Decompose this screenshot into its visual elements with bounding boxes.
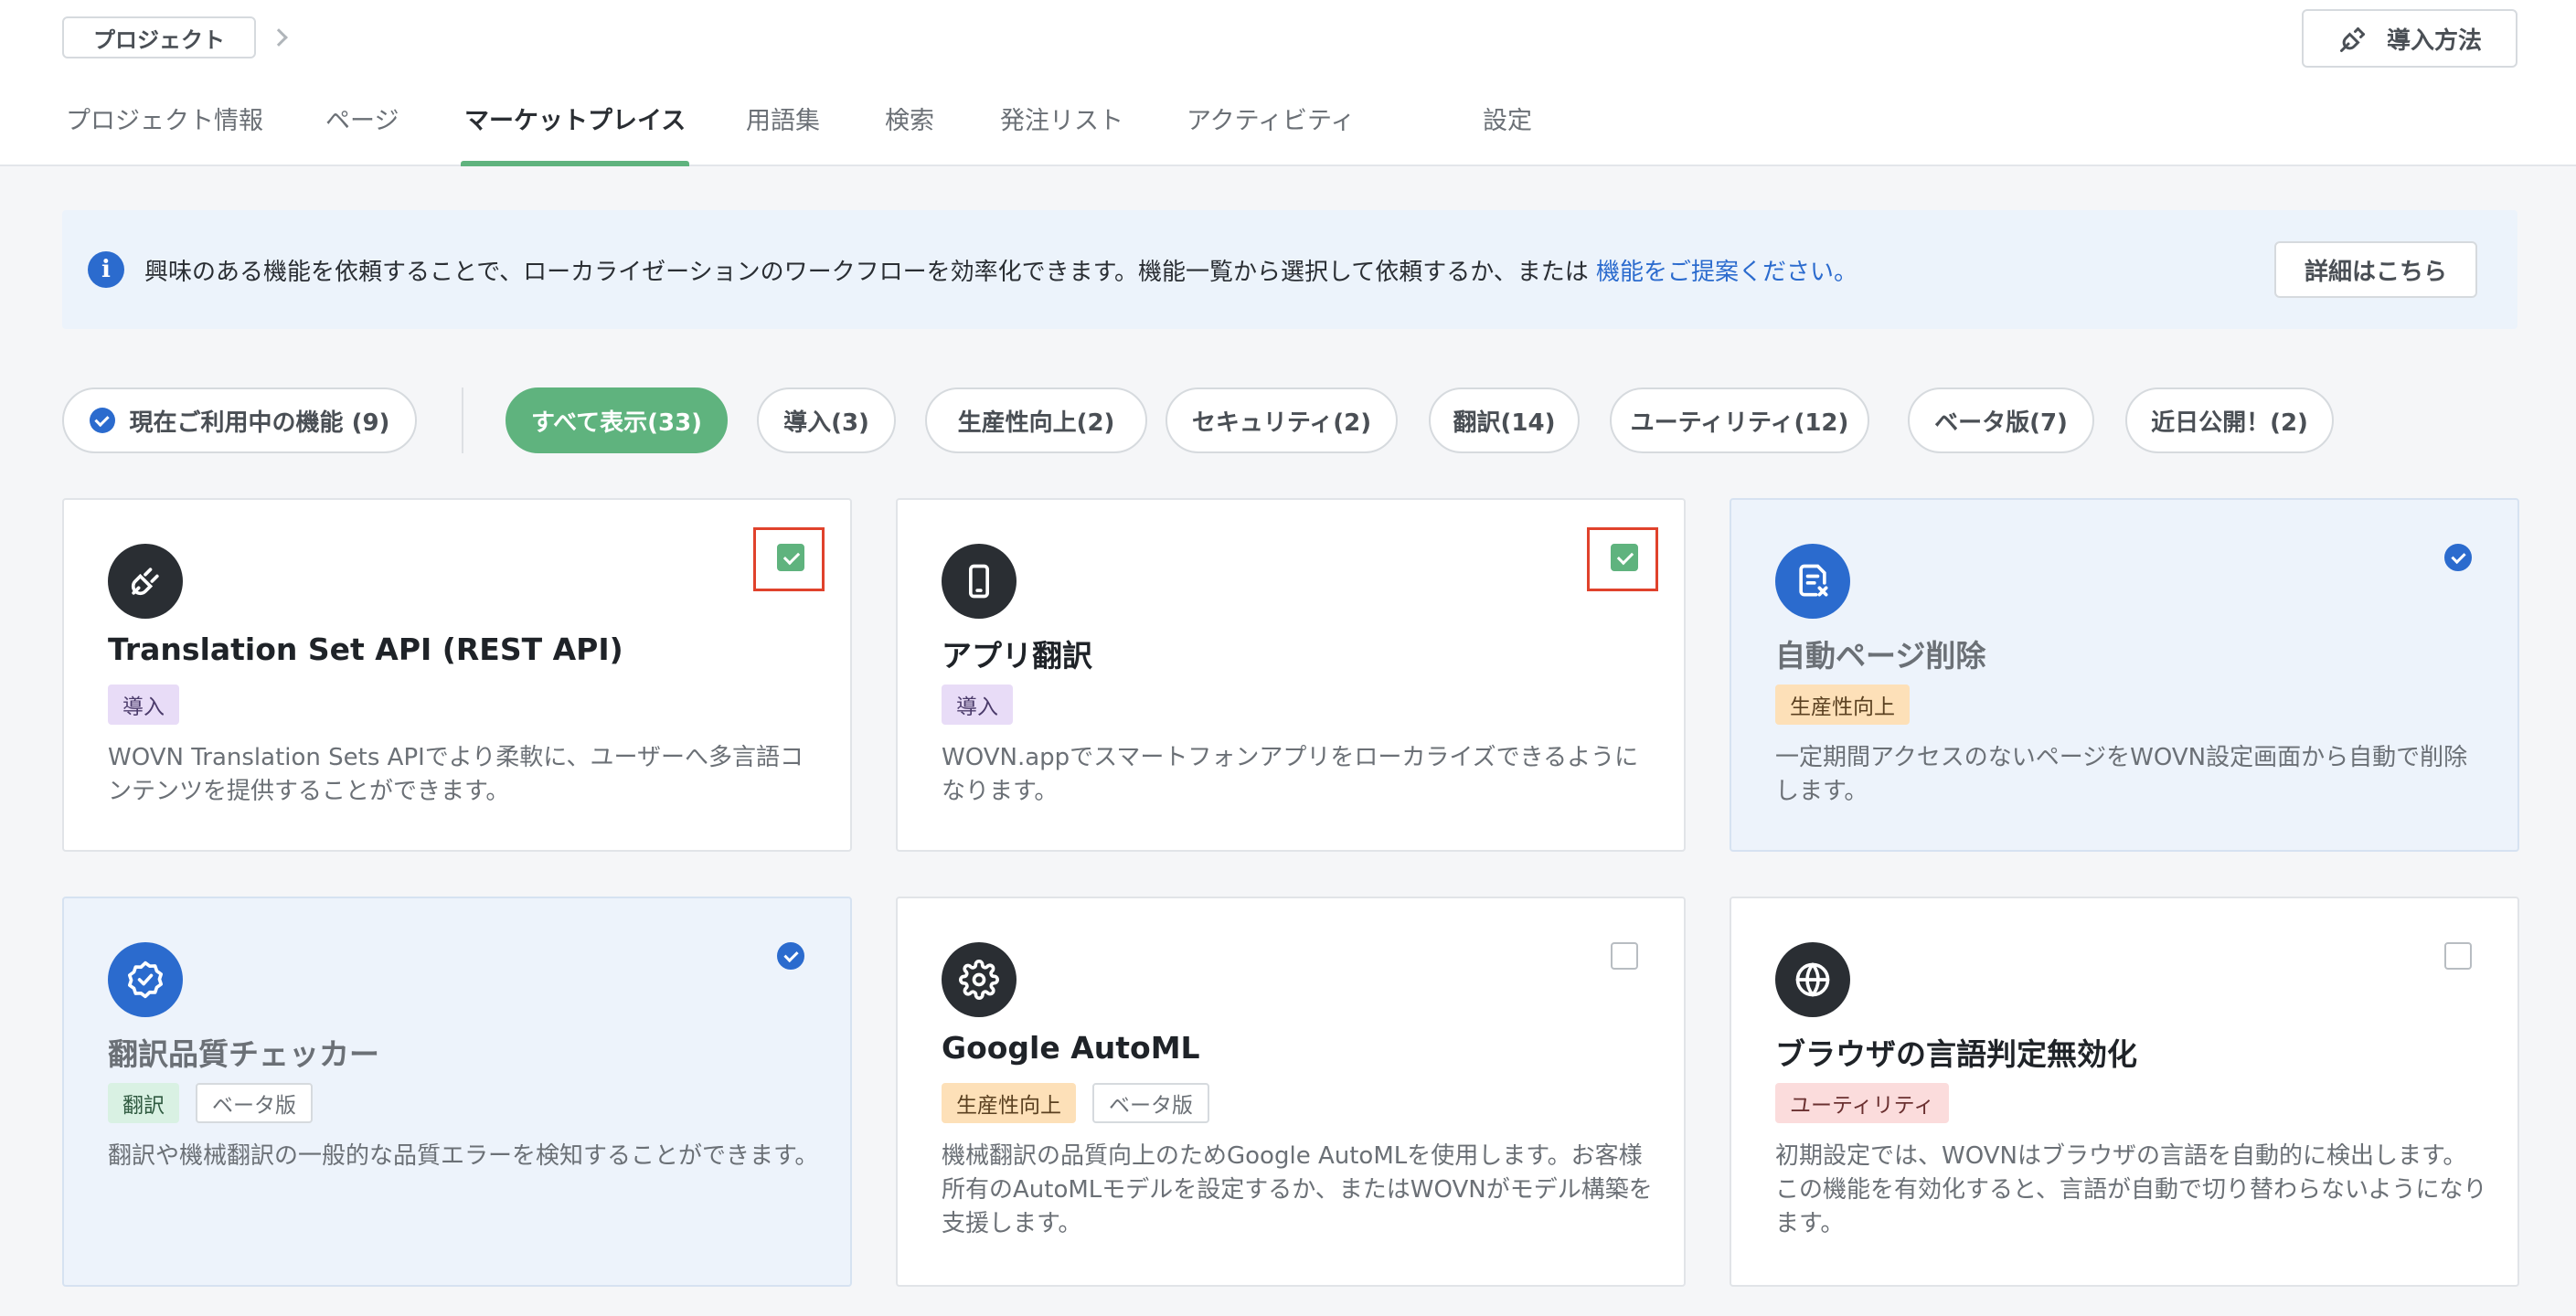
setup-guide-button[interactable]: 導入方法: [2302, 9, 2517, 68]
card-description: WOVN.appでスマートフォンアプリをローカライズできるようになります。: [942, 744, 1639, 805]
feature-checkbox[interactable]: [1611, 544, 1638, 571]
feature-card-auto-page-delete[interactable]: 自動ページ削除 生産性向上 一定期間アクセスのないページをWOVN設定画面から自…: [1730, 498, 2519, 852]
card-title: 翻訳品質チェッカー: [108, 1036, 379, 1072]
feature-card-quality-checker[interactable]: 翻訳品質チェッカー 翻訳 ベータ版 翻訳や機械翻訳の一般的な品質エラーを検知する…: [62, 897, 852, 1287]
breadcrumb-project-button[interactable]: プロジェクト: [62, 16, 256, 58]
banner-message: 興味のある機能を依頼することで、ローカライゼーションのワークフローを効率化できま…: [144, 258, 1597, 286]
setup-guide-label: 導入方法: [2386, 27, 2482, 55]
banner-text: 興味のある機能を依頼することで、ローカライゼーションのワークフローを効率化できま…: [144, 253, 1857, 287]
filter-chip-utility[interactable]: ユーティリティ(12): [1610, 387, 1869, 453]
plug-icon: [2339, 27, 2365, 52]
card-tags: 生産性向上 ベータ版: [942, 1083, 1209, 1123]
feature-card-disable-browser-lang[interactable]: ブラウザの言語判定無効化 ユーティリティ 初期設定では、WOVNはブラウザの言語…: [1730, 897, 2519, 1287]
card-tags: 導入: [108, 685, 179, 725]
tab-search[interactable]: 検索: [885, 101, 934, 166]
filter-current-label: 現在ご利用中の機能 (9): [129, 409, 390, 437]
filter-chip-coming-soon[interactable]: 近日公開！(2): [2125, 387, 2334, 453]
filter-current-features[interactable]: 現在ご利用中の機能 (9): [62, 387, 417, 453]
card-title: ブラウザの言語判定無効化: [1775, 1036, 2137, 1072]
top-header: プロジェクト 導入方法 プロジェクト情報 ページ マーケットプレイス 用語集 検…: [0, 0, 2576, 166]
chevron-right-icon: [270, 28, 288, 47]
filter-chip-intro[interactable]: 導入(3): [757, 387, 896, 453]
enabled-check-icon: [777, 942, 804, 970]
feature-checkbox[interactable]: [1611, 942, 1638, 970]
feature-card-translation-set-api[interactable]: Translation Set API (REST API) 導入 WOVN T…: [62, 498, 852, 852]
enabled-check-icon: [2444, 544, 2472, 571]
globe-icon: [1775, 942, 1850, 1017]
plug-icon: [108, 544, 183, 619]
card-description: WOVN Translation Sets APIでより柔軟に、ユーザーへ多言語…: [108, 744, 804, 805]
suggest-feature-link[interactable]: 機能をご提案ください。: [1596, 259, 1857, 286]
breadcrumb: プロジェクト: [62, 16, 288, 58]
info-banner: i 興味のある機能を依頼することで、ローカライゼーションのワークフローを効率化で…: [62, 210, 2517, 329]
card-description: 機械翻訳の品質向上のためGoogle AutoMLを使用します。お客様所有のAu…: [942, 1142, 1653, 1237]
feature-card-app-translation[interactable]: アプリ翻訳 導入 WOVN.appでスマートフォンアプリをローカライズできるよう…: [896, 498, 1686, 852]
card-title: Translation Set API (REST API): [108, 631, 623, 667]
info-icon: i: [88, 251, 124, 288]
tab-settings[interactable]: 設定: [1483, 101, 1532, 166]
card-description: 初期設定では、WOVNはブラウザの言語を自動的に検出します。この機能を有効化する…: [1775, 1142, 2487, 1237]
tag-productivity: 生産性向上: [1775, 685, 1910, 725]
tag-beta: ベータ版: [196, 1083, 313, 1123]
details-button[interactable]: 詳細はこちら: [2274, 241, 2477, 298]
tab-pages[interactable]: ページ: [325, 101, 399, 166]
card-title: アプリ翻訳: [942, 638, 1092, 674]
tab-order-list[interactable]: 発注リスト: [1000, 101, 1123, 166]
card-description: 翻訳や機械翻訳の一般的な品質エラーを検知することができます。: [108, 1142, 819, 1170]
gear-icon: [942, 942, 1017, 1017]
feature-checkbox[interactable]: [2444, 942, 2472, 970]
card-description: 一定期間アクセスのないページをWOVN設定画面から自動で削除します。: [1775, 744, 2468, 805]
card-tags: 生産性向上: [1775, 685, 1910, 725]
card-tags: 導入: [942, 685, 1013, 725]
tag-intro: 導入: [942, 685, 1013, 725]
check-circle-icon: [89, 408, 115, 433]
filter-chip-all[interactable]: すべて表示(33): [506, 387, 728, 453]
filter-chip-productivity[interactable]: 生産性向上(2): [925, 387, 1147, 453]
tab-glossary[interactable]: 用語集: [746, 101, 820, 166]
tag-beta: ベータ版: [1092, 1083, 1209, 1123]
filter-chip-beta[interactable]: ベータ版(7): [1908, 387, 2094, 453]
badge-check-icon: [108, 942, 183, 1017]
card-title: Google AutoML: [942, 1030, 1200, 1066]
card-tags: 翻訳 ベータ版: [108, 1083, 313, 1123]
filter-chip-security[interactable]: セキュリティ(2): [1166, 387, 1398, 453]
tag-translation: 翻訳: [108, 1083, 179, 1123]
filter-chip-translation[interactable]: 翻訳(14): [1429, 387, 1580, 453]
feature-checkbox[interactable]: [777, 544, 804, 571]
tab-activity[interactable]: アクティビティ: [1187, 101, 1355, 166]
tab-marketplace[interactable]: マーケットプレイス: [460, 101, 690, 166]
feature-card-google-automl[interactable]: Google AutoML 生産性向上 ベータ版 機械翻訳の品質向上のためGoo…: [896, 897, 1686, 1287]
card-tags: ユーティリティ: [1775, 1083, 1950, 1123]
tab-project-info[interactable]: プロジェクト情報: [66, 101, 263, 166]
tag-intro: 導入: [108, 685, 179, 725]
tag-productivity: 生産性向上: [942, 1083, 1076, 1123]
tag-utility: ユーティリティ: [1775, 1083, 1950, 1123]
document-delete-icon: [1775, 544, 1850, 619]
smartphone-icon: [942, 544, 1017, 619]
card-title: 自動ページ削除: [1775, 638, 1986, 674]
filter-divider: [462, 387, 463, 453]
